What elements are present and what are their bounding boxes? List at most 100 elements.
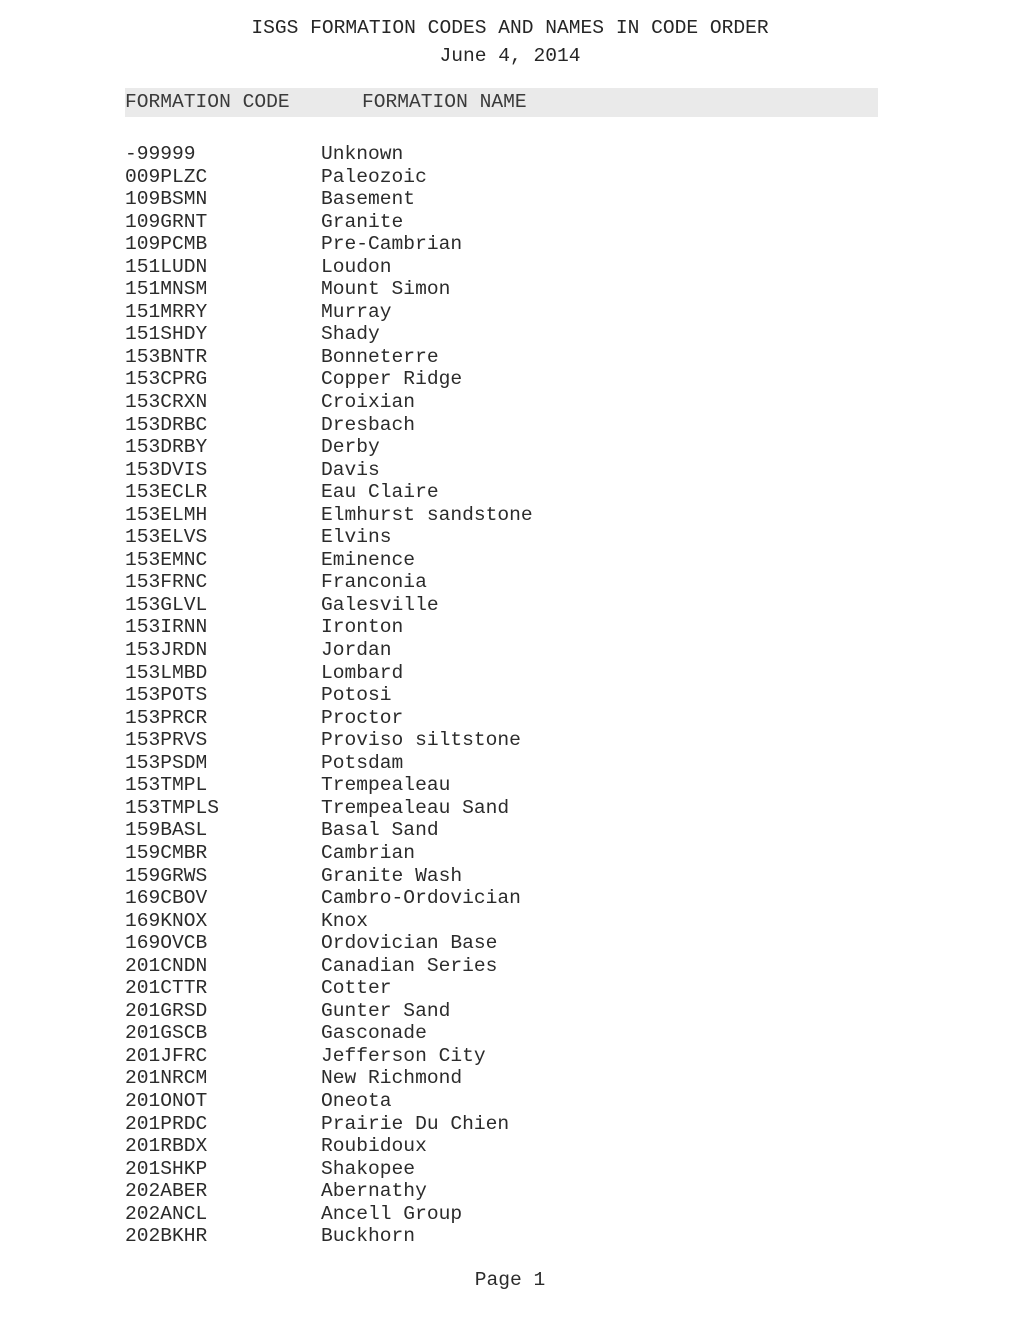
cell-formation-code: 169CBOV <box>125 887 208 910</box>
cell-formation-name: Eminence <box>321 548 416 571</box>
cell-formation-name: Prairie Du Chien <box>321 1112 510 1135</box>
cell-formation-code: 201GSCB <box>125 1022 208 1045</box>
cell-formation-name: Ordovician Base <box>321 932 498 955</box>
table-row: 153PRVS Proviso siltstone <box>125 729 925 752</box>
cell-formation-code: 201PRDC <box>125 1112 208 1135</box>
table-row: 201NRCM New Richmond <box>125 1067 925 1090</box>
cell-formation-name: Trempealeau Sand <box>321 796 510 819</box>
table-row: 153PSDM Potsdam <box>125 752 925 775</box>
table-row: 159GRWS Granite Wash <box>125 865 925 888</box>
cell-formation-code: 153GLVL <box>125 593 208 616</box>
table-row: 169OVCB Ordovician Base <box>125 932 925 955</box>
cell-formation-code: 153JRDN <box>125 639 208 662</box>
cell-formation-name: Pre-Cambrian <box>321 233 463 256</box>
cell-formation-name: Jefferson City <box>321 1044 486 1067</box>
cell-formation-name: Cambro-Ordovician <box>321 887 521 910</box>
cell-formation-code: 153ELVS <box>125 526 208 549</box>
cell-formation-name: Gunter Sand <box>321 999 451 1022</box>
cell-formation-code: 151MRRY <box>125 300 208 323</box>
cell-formation-name: Knox <box>321 909 369 932</box>
cell-formation-name: Basement <box>321 188 416 211</box>
table-row: 202BKHR Buckhorn <box>125 1225 925 1248</box>
cell-formation-name: Oneota <box>321 1089 392 1112</box>
table-row: 153ECLR Eau Claire <box>125 481 925 504</box>
cell-formation-code: 153TMPL <box>125 774 208 797</box>
cell-formation-name: Potosi <box>321 684 392 707</box>
table-row: 201PRDC Prairie Du Chien <box>125 1113 925 1136</box>
cell-formation-code: 009PLZC <box>125 165 208 188</box>
cell-formation-name: Roubidoux <box>321 1135 427 1158</box>
table-row: 153GLVL Galesville <box>125 594 925 617</box>
cell-formation-name: New Richmond <box>321 1067 463 1090</box>
table-row: 151LUDN Loudon <box>125 256 925 279</box>
document-title: ISGS FORMATION CODES AND NAMES IN CODE O… <box>251 17 769 39</box>
cell-formation-code: 201CTTR <box>125 977 208 1000</box>
table-row: 153DRBY Derby <box>125 436 925 459</box>
cell-formation-name: Abernathy <box>321 1180 427 1203</box>
cell-formation-code: 159CMBR <box>125 841 208 864</box>
cell-formation-code: 153POTS <box>125 684 208 707</box>
cell-formation-code: 169OVCB <box>125 932 208 955</box>
table-row: 202ANCL Ancell Group <box>125 1203 925 1226</box>
cell-formation-code: 153PRVS <box>125 729 208 752</box>
table-row: 201CNDN Canadian Series <box>125 955 925 978</box>
table-row: 153CRXN Croixian <box>125 391 925 414</box>
table-row: -99999 Unknown <box>125 143 925 166</box>
table-row: 153EMNC Eminence <box>125 549 925 572</box>
cell-formation-name: Franconia <box>321 571 427 594</box>
table-row: 153CPRG Copper Ridge <box>125 368 925 391</box>
table-row: 153JRDN Jordan <box>125 639 925 662</box>
cell-formation-name: Jordan <box>321 639 392 662</box>
cell-formation-name: Cambrian <box>321 841 416 864</box>
cell-formation-name: Paleozoic <box>321 165 427 188</box>
cell-formation-code: 201ONOT <box>125 1089 208 1112</box>
table-row: 153ELMH Elmhurst sandstone <box>125 504 925 527</box>
cell-formation-name: Proctor <box>321 706 404 729</box>
cell-formation-name: Eau Claire <box>321 481 439 504</box>
cell-formation-name: Dresbach <box>321 413 416 436</box>
cell-formation-code: 153CRXN <box>125 391 208 414</box>
cell-formation-code: 202ANCL <box>125 1202 208 1225</box>
cell-formation-name: Galesville <box>321 593 439 616</box>
table-body: -99999 Unknown 009PLZC Paleozoic 109BSMN Base… <box>125 143 925 1248</box>
cell-formation-code: 201NRCM <box>125 1067 208 1090</box>
cell-formation-name: Unknown <box>321 143 404 165</box>
cell-formation-code: 202ABER <box>125 1180 208 1203</box>
table-row: 153LMBD Lombard <box>125 662 925 685</box>
document-date: June 4, 2014 <box>439 45 581 67</box>
cell-formation-code: 153FRNC <box>125 571 208 594</box>
cell-formation-code: 151SHDY <box>125 323 208 346</box>
cell-formation-code: 151LUDN <box>125 255 208 278</box>
cell-formation-code: 153CPRG <box>125 368 208 391</box>
cell-formation-name: Buckhorn <box>321 1225 416 1248</box>
column-header-formation-name: FORMATION NAME <box>362 91 527 113</box>
table-row: 153TMPL Trempealeau <box>125 774 925 797</box>
table-header-row: FORMATION CODE FORMATION NAME <box>125 88 878 117</box>
table-row: 169KNOX Knox <box>125 910 925 933</box>
table-row: 159BASL Basal Sand <box>125 819 925 842</box>
cell-formation-code: 202BKHR <box>125 1225 208 1248</box>
cell-formation-name: Mount Simon <box>321 278 451 301</box>
table-row: 151MNSM Mount Simon <box>125 278 925 301</box>
cell-formation-code: 159BASL <box>125 819 208 842</box>
cell-formation-name: Proviso siltstone <box>321 729 521 752</box>
table-row: 009PLZC Paleozoic <box>125 166 925 189</box>
cell-formation-name: Croixian <box>321 391 416 414</box>
cell-formation-code: 201CNDN <box>125 954 208 977</box>
table-row: 153IRNN Ironton <box>125 616 925 639</box>
table-row: 153PRCR Proctor <box>125 707 925 730</box>
cell-formation-name: Copper Ridge <box>321 368 463 391</box>
cell-formation-code: 153DRBY <box>125 436 208 459</box>
table-row: 201CTTR Cotter <box>125 977 925 1000</box>
cell-formation-name: Bonneterre <box>321 345 439 368</box>
cell-formation-code: 153EMNC <box>125 548 208 571</box>
cell-formation-code: 153IRNN <box>125 616 208 639</box>
cell-formation-name: Trempealeau <box>321 774 451 797</box>
table-row: 109BSMN Basement <box>125 188 925 211</box>
table-row: 201RBDX Roubidoux <box>125 1135 925 1158</box>
cell-formation-name: Granite <box>321 210 404 233</box>
cell-formation-code: -99999 <box>125 143 196 165</box>
table-row: 153DVIS Davis <box>125 459 925 482</box>
cell-formation-name: Derby <box>321 436 380 459</box>
table-row: 201SHKP Shakopee <box>125 1158 925 1181</box>
